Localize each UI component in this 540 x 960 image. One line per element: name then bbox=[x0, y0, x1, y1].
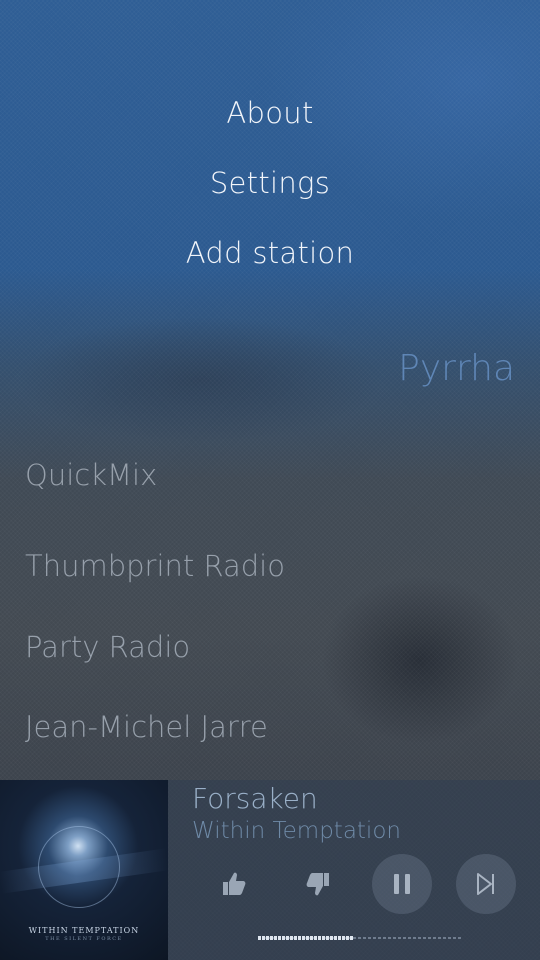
progress-bar[interactable] bbox=[258, 936, 462, 940]
track-artist: Within Temptation bbox=[192, 818, 401, 844]
station-item-quickmix[interactable]: QuickMix bbox=[25, 458, 157, 492]
station-item-jean-michel-jarre[interactable]: Jean-Michel Jarre bbox=[25, 710, 268, 744]
thumbs-down-icon bbox=[306, 873, 329, 896]
cover-ring bbox=[38, 826, 120, 908]
cover-album-text: THE SILENT FORCE bbox=[45, 936, 123, 942]
player-panel: WITHIN TEMPTATION THE SILENT FORCE Forsa… bbox=[0, 780, 540, 960]
menu-item-about[interactable]: About bbox=[0, 96, 540, 130]
station-item-party-radio[interactable]: Party Radio bbox=[25, 630, 190, 664]
menu-item-settings[interactable]: Settings bbox=[0, 166, 540, 200]
pause-icon bbox=[394, 874, 410, 894]
station-item-thumbprint-radio[interactable]: Thumbprint Radio bbox=[25, 549, 285, 583]
page-title: Pyrrha bbox=[398, 348, 515, 389]
cover-band-text: WITHIN TEMPTATION bbox=[28, 926, 140, 935]
skip-next-icon bbox=[477, 873, 494, 895]
thumbs-up-button[interactable] bbox=[204, 854, 264, 914]
album-cover: WITHIN TEMPTATION THE SILENT FORCE bbox=[0, 780, 168, 960]
thumbs-down-button[interactable] bbox=[288, 854, 348, 914]
thumbs-up-icon bbox=[223, 872, 246, 895]
skip-next-button[interactable] bbox=[456, 854, 516, 914]
pause-button[interactable] bbox=[372, 854, 432, 914]
progress-fill bbox=[258, 936, 354, 940]
track-title: Forsaken bbox=[192, 782, 318, 815]
menu-item-add-station[interactable]: Add station bbox=[0, 236, 540, 270]
